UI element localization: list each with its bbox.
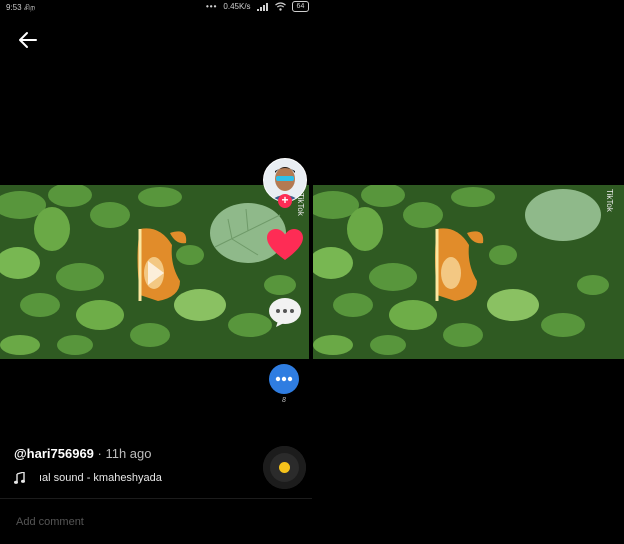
share-count: 8 [282, 397, 286, 404]
post-author[interactable]: @hari756969 · 11h ago [14, 446, 152, 461]
sound-disc-button[interactable] [263, 446, 306, 489]
divider [0, 498, 312, 499]
username[interactable]: @hari756969 [14, 446, 94, 461]
status-time: 9:53 சிற [6, 3, 36, 12]
comment-icon[interactable] [268, 296, 302, 328]
video-frame-left[interactable]: TikTok [0, 185, 309, 359]
battery-icon: 64 [291, 1, 310, 12]
video-frame-right[interactable]: TikTok [313, 185, 624, 359]
signal-icon [256, 2, 268, 11]
heart-icon[interactable] [267, 229, 303, 261]
sound-name[interactable]: ıal sound - kmaheshyada [39, 472, 162, 484]
sound-row[interactable]: ıal sound - kmaheshyada [14, 472, 162, 484]
more-dots-icon: ••• [206, 2, 218, 11]
share-icon [275, 376, 293, 382]
leaf-background [0, 185, 309, 359]
add-comment-input[interactable] [16, 516, 266, 528]
share-button[interactable] [269, 364, 299, 394]
status-bar: 9:53 சிற ••• 0.45K/s 64 [0, 0, 624, 14]
back-arrow-icon[interactable] [16, 28, 40, 52]
status-icons: ••• 0.45K/s 64 [206, 1, 310, 12]
network-speed: 0.45K/s [223, 2, 251, 11]
tiktok-watermark-right: TikTok [605, 189, 614, 212]
disc-center-icon [279, 462, 290, 473]
wifi-icon [274, 2, 286, 11]
leaf-background [313, 185, 624, 359]
follow-plus-button[interactable]: + [278, 194, 292, 208]
music-note-icon [14, 472, 25, 484]
post-time: · 11h ago [93, 446, 152, 461]
